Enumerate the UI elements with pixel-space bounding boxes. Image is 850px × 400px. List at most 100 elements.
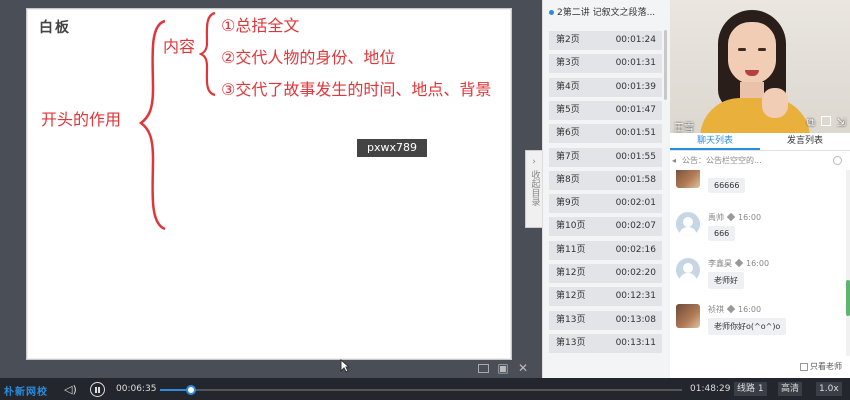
page-list-item[interactable]: 第2页 00:01:24 bbox=[549, 31, 662, 50]
page-time: 00:01:39 bbox=[615, 81, 656, 92]
message-text: 666 bbox=[708, 226, 736, 241]
handwriting-kaitou: 开头的作用 bbox=[41, 110, 122, 129]
page-number: 第11页 bbox=[556, 244, 586, 255]
handwriting-line-1: ①总括全文 bbox=[221, 16, 300, 35]
progress-thumb[interactable] bbox=[186, 385, 197, 395]
page-time: 00:12:31 bbox=[615, 291, 656, 302]
page-time: 00:01:58 bbox=[615, 174, 656, 185]
progress-track[interactable] bbox=[160, 385, 682, 395]
side-scrollbar[interactable] bbox=[846, 280, 850, 316]
chat-message: 李鑫昊 16:00 老师好 bbox=[676, 258, 836, 294]
page-time: 00:13:08 bbox=[615, 314, 656, 325]
mouse-cursor-icon bbox=[340, 359, 350, 373]
page-list-item[interactable]: 第6页 00:01:51 bbox=[549, 124, 662, 144]
video-controls: ⧉ ⇲ bbox=[807, 116, 846, 130]
page-number: 第12页 bbox=[556, 268, 586, 278]
page-time: 00:01:51 bbox=[615, 128, 656, 139]
screen-icon[interactable] bbox=[478, 364, 489, 373]
page-time: 00:02:07 bbox=[615, 221, 656, 232]
close-notice-icon[interactable] bbox=[833, 156, 842, 165]
pause-button[interactable] bbox=[90, 382, 105, 397]
minimize-icon[interactable]: ⇲ bbox=[837, 116, 846, 130]
page-number: 第6页 bbox=[556, 128, 580, 139]
checkbox[interactable] bbox=[800, 362, 808, 371]
handwriting-neirong: 内容 bbox=[163, 37, 196, 56]
megaphone-icon: ◂ bbox=[672, 156, 677, 165]
page-number: 第9页 bbox=[556, 198, 580, 209]
page-list-item[interactable]: 第8页 00:01:58 bbox=[549, 170, 662, 190]
page-time: 00:01:24 bbox=[615, 35, 656, 45]
page-list-item[interactable]: 第13页 00:13:08 bbox=[549, 310, 662, 330]
speed-button[interactable]: 1.0x bbox=[816, 382, 842, 396]
message-text: 老师你好o(^o^)o bbox=[708, 318, 787, 335]
page-list-item[interactable]: 第13页 00:13:11 bbox=[549, 333, 662, 353]
user-badge-icon bbox=[726, 304, 736, 314]
page-number: 第7页 bbox=[556, 151, 580, 162]
user-badge-icon bbox=[726, 212, 736, 222]
popout-icon[interactable]: ⧉ bbox=[807, 116, 815, 130]
page-time: 00:01:55 bbox=[615, 151, 656, 162]
tab-chat-list[interactable]: 聊天列表 bbox=[670, 133, 760, 150]
page-number: 第10页 bbox=[556, 221, 586, 232]
page-number: 第4页 bbox=[556, 81, 580, 92]
chat-scrollbar[interactable] bbox=[846, 170, 850, 356]
page-number: 第13页 bbox=[556, 337, 586, 348]
fullscreen-icon[interactable] bbox=[820, 116, 831, 130]
watermark: pxwx789 bbox=[357, 139, 427, 157]
page-list-item[interactable]: 第3页 00:01:31 bbox=[549, 54, 662, 74]
board-tools: ▣ ✕ bbox=[478, 362, 529, 374]
page-list-item[interactable]: 第9页 00:02:01 bbox=[549, 194, 662, 214]
collapse-tab-label: 收起目录 bbox=[529, 170, 540, 206]
page-list-item[interactable]: 第12页 00:02:20 bbox=[549, 264, 662, 283]
page-number: 第3页 bbox=[556, 58, 580, 69]
page-time: 00:01:31 bbox=[615, 58, 656, 69]
chat-message: 祯祺 16:00 老师你好o(^o^)o bbox=[676, 304, 836, 340]
current-dot-icon bbox=[549, 10, 554, 15]
chat-tabs: 聊天列表 发言列表 bbox=[670, 133, 850, 151]
page-list-scrollbar[interactable] bbox=[664, 30, 667, 100]
page-number: 第2页 bbox=[556, 35, 580, 45]
page-list-item[interactable]: 第7页 00:01:55 bbox=[549, 147, 662, 167]
close-icon[interactable]: ✕ bbox=[517, 362, 529, 374]
teacher-video: 王雪 ⧉ ⇲ bbox=[670, 0, 850, 133]
player-control-bar: 朴新网校 ◁) 00:06:35 01:48:29 线路 1 高清 1.0x bbox=[0, 378, 850, 400]
save-icon[interactable]: ▣ bbox=[497, 362, 509, 374]
chat-message: 禹帅 16:00 666 bbox=[676, 212, 836, 248]
side-panel: 王雪 ⧉ ⇲ 聊天列表 发言列表 ◂ 公告：公告栏空空的... 66666 禹帅… bbox=[670, 0, 850, 378]
handwriting-line-3: ③交代了故事发生的时间、地点、背景 bbox=[221, 80, 492, 99]
teacher-name: 王雪 bbox=[674, 123, 694, 133]
page-list: 2第二讲 记叙文之段落... 第2页 00:01:24 第3页 00:01:31 第4页… bbox=[542, 0, 670, 378]
message-text: 66666 bbox=[708, 178, 746, 193]
avatar bbox=[676, 170, 700, 188]
whiteboard-stage: 白板 开头的作用 内容 ①总括全文 ②交代人物的身份、地位 ③交代了故事发生的时… bbox=[0, 0, 542, 378]
message-meta: 李鑫昊 16:00 bbox=[708, 258, 770, 268]
page-number: 第13页 bbox=[556, 314, 586, 325]
lesson-title: 2第二讲 记叙文之段落... bbox=[543, 0, 670, 26]
page-list-item[interactable]: 第5页 00:01:47 bbox=[549, 100, 662, 120]
message-text: 老师好 bbox=[708, 272, 744, 289]
total-time: 01:48:29 bbox=[690, 384, 731, 394]
tab-speaker-list[interactable]: 发言列表 bbox=[760, 133, 850, 150]
page-number: 第12页 bbox=[556, 291, 586, 302]
current-time: 00:06:35 bbox=[116, 384, 157, 394]
whiteboard-title: 白板 bbox=[39, 20, 71, 36]
notice-text: 公告：公告栏空空的... bbox=[682, 156, 762, 165]
chat-message: 66666 bbox=[676, 170, 836, 200]
page-list-item[interactable]: 第10页 00:02:07 bbox=[549, 217, 662, 237]
page-list-item[interactable]: 第4页 00:01:39 bbox=[549, 77, 662, 97]
volume-icon[interactable]: ◁) bbox=[64, 383, 77, 396]
page-number: 第5页 bbox=[556, 104, 580, 115]
only-teacher-toggle[interactable]: 只看老师 bbox=[800, 361, 842, 372]
page-time: 00:13:11 bbox=[615, 337, 656, 348]
chevron-right-icon: › bbox=[532, 157, 536, 167]
collapse-tab[interactable]: › 收起目录 bbox=[525, 150, 542, 228]
message-meta: 禹帅 16:00 bbox=[708, 212, 762, 222]
quality-button[interactable]: 高清 bbox=[778, 382, 803, 396]
page-list-item[interactable]: 第11页 00:02:16 bbox=[549, 240, 662, 260]
chat-messages: 66666 禹帅 16:00 666 李鑫昊 16:00 老师好 祯祺 16:00 老… bbox=[670, 170, 842, 356]
line-select-button[interactable]: 线路 1 bbox=[734, 382, 767, 396]
message-meta: 祯祺 16:00 bbox=[708, 304, 762, 314]
page-time: 00:02:16 bbox=[615, 244, 656, 255]
page-time: 00:01:47 bbox=[615, 104, 656, 115]
page-list-item[interactable]: 第12页 00:12:31 bbox=[549, 287, 662, 307]
